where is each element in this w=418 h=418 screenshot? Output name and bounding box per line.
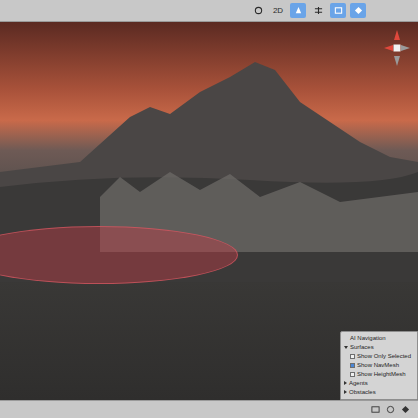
tool-button[interactable]	[310, 3, 326, 18]
status-bar	[0, 400, 418, 418]
tool-icon	[334, 6, 343, 15]
tool-button[interactable]	[290, 3, 306, 18]
foldout-arrow-icon	[344, 381, 347, 385]
orientation-gizmo-icon[interactable]	[380, 26, 414, 76]
option-row[interactable]: Show NavMesh	[344, 361, 414, 369]
option-row[interactable]: Show HeightMesh	[344, 370, 414, 378]
foldout-arrow-icon	[344, 346, 348, 349]
scene-view-window: 2D AI NavigationSurfacesShow Only Selecte…	[0, 0, 418, 418]
option-checkbox[interactable]	[350, 372, 355, 377]
section-header[interactable]: Obstacles	[344, 388, 414, 396]
foldout-arrow-icon	[344, 390, 347, 394]
tool-icon	[314, 6, 323, 15]
network-icon[interactable]	[386, 405, 395, 414]
option-row[interactable]: Show Only Selected	[344, 352, 414, 360]
2d-toggle-button[interactable]: 2D	[270, 3, 286, 18]
draw-mode-button[interactable]	[250, 3, 266, 18]
tool-icon	[294, 6, 303, 15]
overlay-title: AI Navigation	[344, 334, 414, 342]
section-header[interactable]: Agents	[344, 379, 414, 387]
scene-toolbar: 2D	[0, 0, 418, 22]
option-checkbox[interactable]	[350, 354, 355, 359]
tool-button[interactable]	[330, 3, 346, 18]
ai-navigation-overlay: AI NavigationSurfacesShow Only SelectedS…	[340, 331, 418, 400]
scene-viewport[interactable]: AI NavigationSurfacesShow Only SelectedS…	[0, 22, 418, 400]
shading-icon	[254, 6, 263, 15]
tool-icon	[354, 6, 363, 15]
tool-button[interactable]	[350, 3, 366, 18]
bug-icon[interactable]	[401, 405, 410, 414]
console-icon[interactable]	[371, 405, 380, 414]
section-header[interactable]: Surfaces	[344, 343, 414, 351]
option-checkbox[interactable]	[350, 363, 355, 368]
